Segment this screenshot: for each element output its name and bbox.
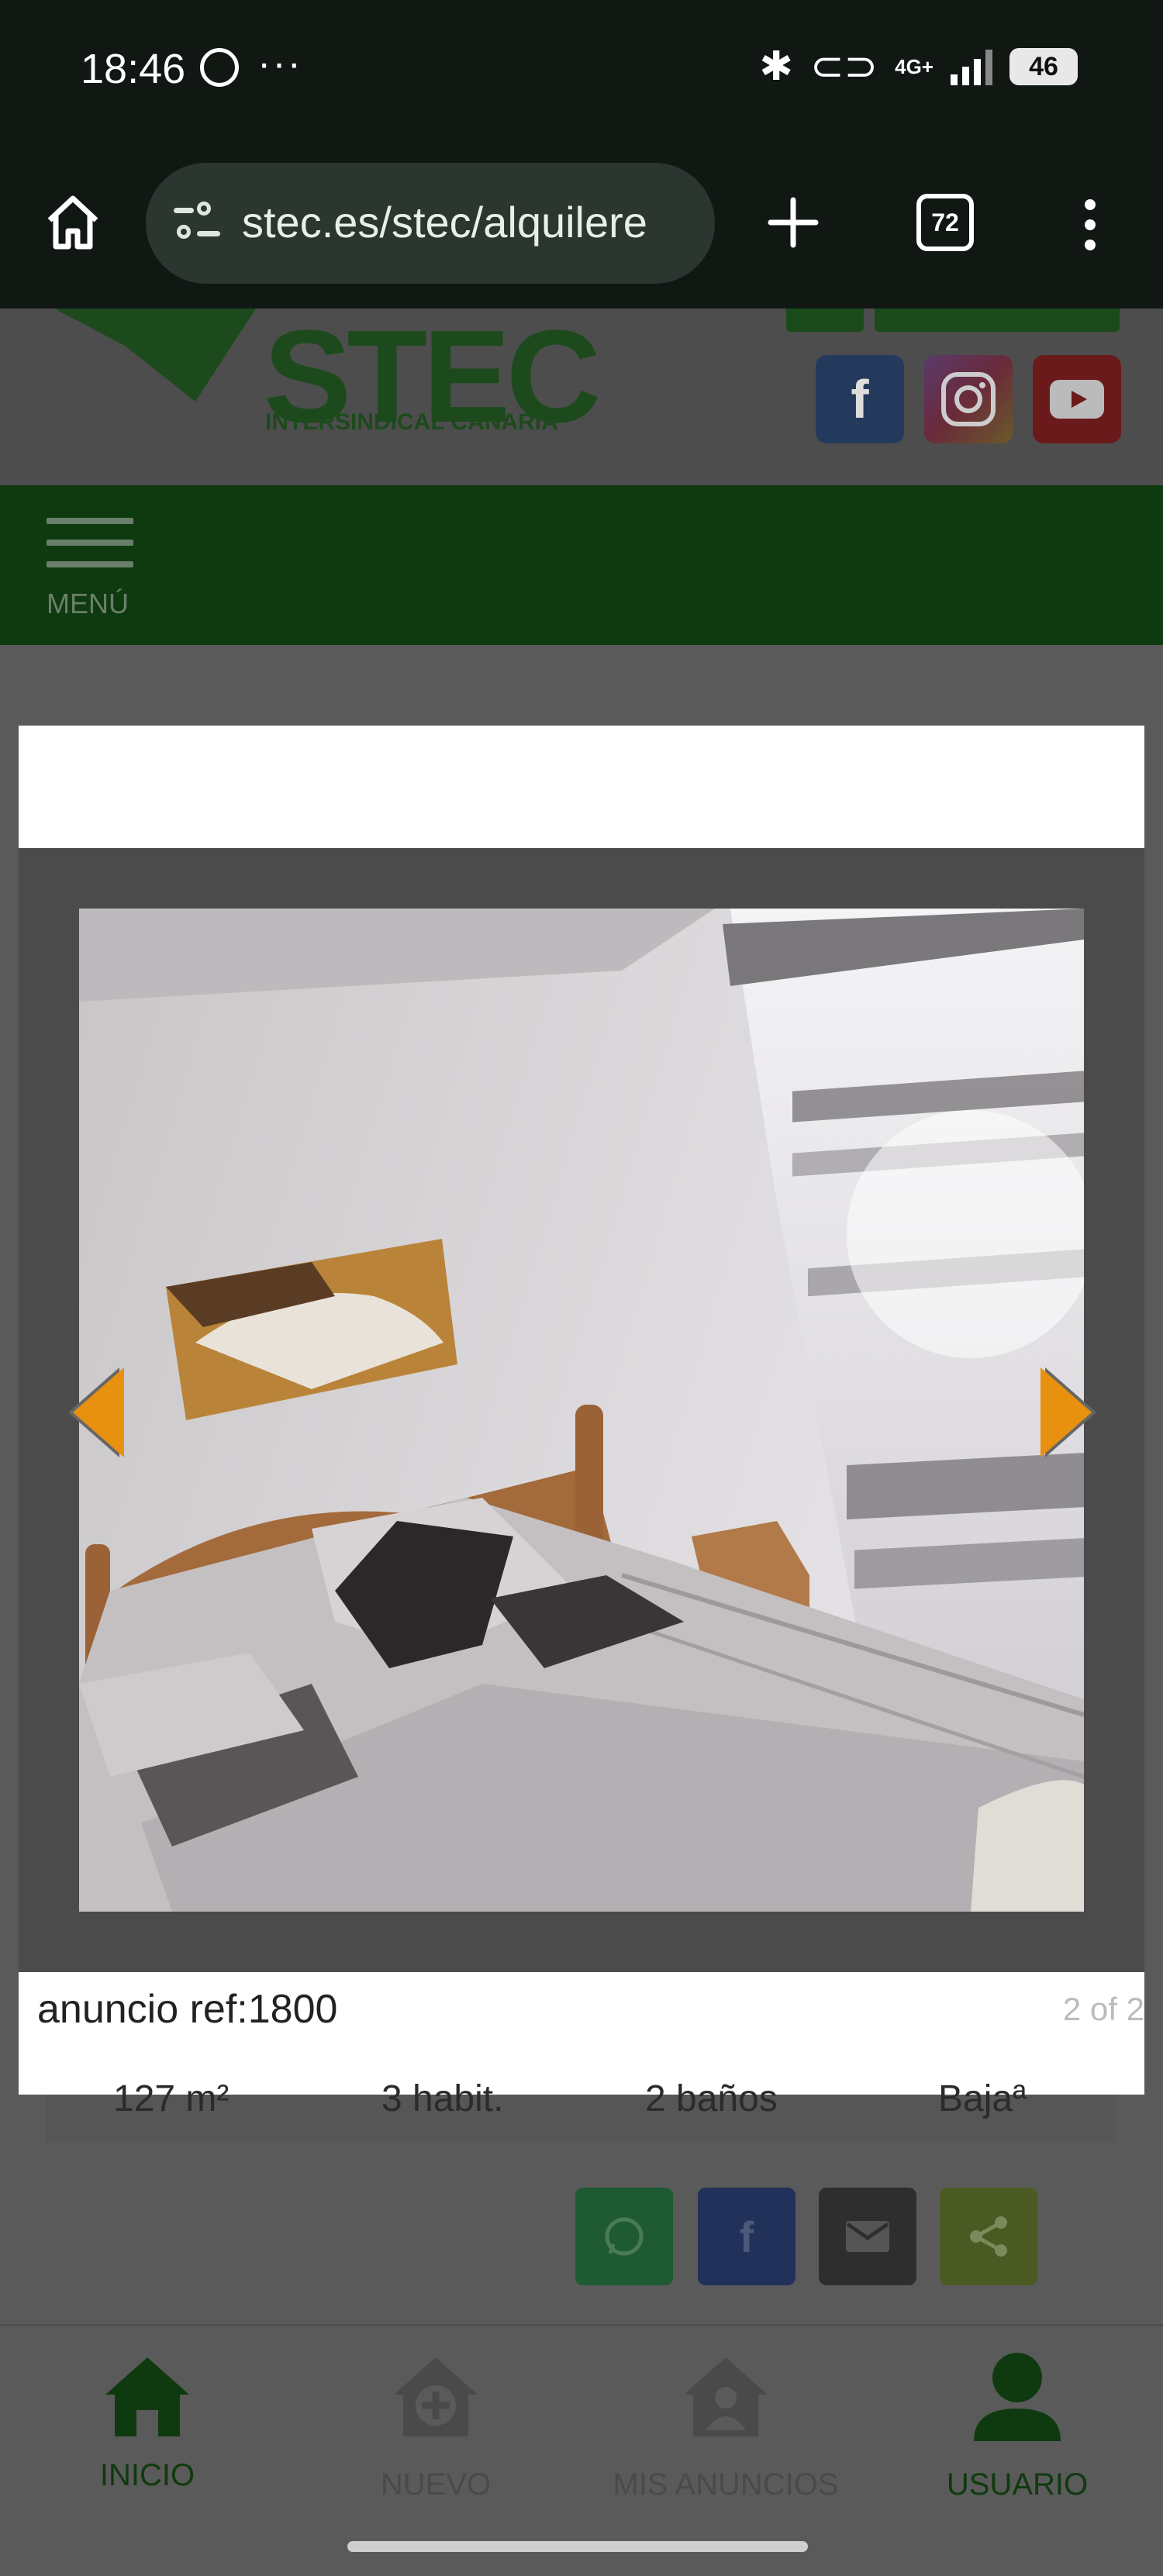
site-nav: MENÚ [0,485,1163,645]
spec-floor: Bajaª [938,2078,1027,2119]
more-dots-icon: ··· [257,41,302,86]
address-bar[interactable]: stec.es/stec/alquilere [146,163,715,284]
listing-card-top [19,726,1144,848]
whatsapp-icon [605,2217,644,2256]
battery-icon: 46 [1009,48,1078,85]
bluetooth-icon: ✱ [759,44,793,89]
gesture-area [0,2529,1163,2576]
whatsapp-icon [200,48,239,87]
share-whatsapp-button[interactable] [575,2188,673,2285]
tab-label: USUARIO [946,2467,1089,2502]
spec-bathrooms: 2 baños [645,2078,778,2119]
youtube-icon[interactable] [1033,355,1121,443]
spec-area: 127 m² [113,2078,229,2119]
tab-usuario[interactable]: USUARIO [901,2326,1134,2531]
bottom-tab-bar: INICIO NUEVO MIS ANUNCIOS USUARIO [0,2324,1163,2529]
image-lightbox [19,848,1144,1972]
tab-switcher-icon[interactable]: 72 [916,194,974,251]
instagram-icon[interactable] [924,355,1013,443]
image-counter: 2 of 2 [1062,1991,1144,2027]
logo-mark [54,309,256,402]
home-icon[interactable] [43,192,102,251]
link-icon: ⊂⊃ [809,44,878,89]
listing-photo [79,909,1084,1912]
menu-label[interactable]: MENÚ [47,588,129,620]
email-icon [846,2221,889,2252]
logo-subtitle: INTERSINDICAL CANARIA [265,409,558,435]
tab-label: NUEVO [380,2467,492,2502]
add-home-icon [394,2357,478,2436]
tab-count: 72 [931,208,959,236]
home-indicator[interactable] [347,2541,808,2552]
my-listings-icon [684,2357,768,2436]
share-more-button[interactable] [940,2188,1037,2285]
network-type: 4G+ [895,54,934,78]
battery-level: 46 [1029,51,1058,81]
facebook-icon: f [739,2212,754,2261]
status-bar: 18:46 ··· ✱ ⊂⊃ 4G+ 46 [0,0,1163,140]
bedroom-image [79,909,1084,1912]
site-header: STEC INTERSINDICAL CANARIA f [0,303,1163,485]
image-caption: anuncio ref:1800 [37,1987,338,2032]
overflow-menu-icon[interactable] [1073,197,1107,253]
user-icon [974,2353,1061,2441]
site-settings-icon[interactable] [174,202,220,245]
clock: 18:46 [81,46,186,92]
tab-label: MIS ANUNCIOS [613,2467,839,2502]
spec-rooms: 3 habit. [381,2078,504,2119]
listing-specs: 127 m² 3 habit. 2 baños Bajaª [47,2078,1116,2143]
browser-toolbar: stec.es/stec/alquilere 72 [0,140,1163,309]
hamburger-menu-icon[interactable] [47,518,133,583]
share-icon [970,2216,1007,2257]
share-facebook-button[interactable]: f [698,2188,795,2285]
status-icons: ✱ ⊂⊃ 4G+ 46 [759,43,1078,90]
tab-label: INICIO [99,2458,195,2492]
tab-mis-anuncios[interactable]: MIS ANUNCIOS [609,2326,842,2531]
header-button [786,309,864,332]
tab-inicio[interactable]: INICIO [31,2326,264,2531]
tab-nuevo[interactable]: NUEVO [319,2326,552,2531]
new-tab-icon[interactable] [766,195,820,250]
url-text[interactable]: stec.es/stec/alquilere [242,197,647,247]
next-image-arrow[interactable] [1040,1367,1092,1457]
signal-icon [951,48,992,85]
lightbox-caption-bar: anuncio ref:1800 2 of 2 [19,1972,1144,2095]
home-icon [105,2357,189,2436]
facebook-icon[interactable]: f [816,355,904,443]
header-button [875,309,1120,332]
share-email-button[interactable] [819,2188,916,2285]
previous-image-arrow[interactable] [73,1367,124,1457]
